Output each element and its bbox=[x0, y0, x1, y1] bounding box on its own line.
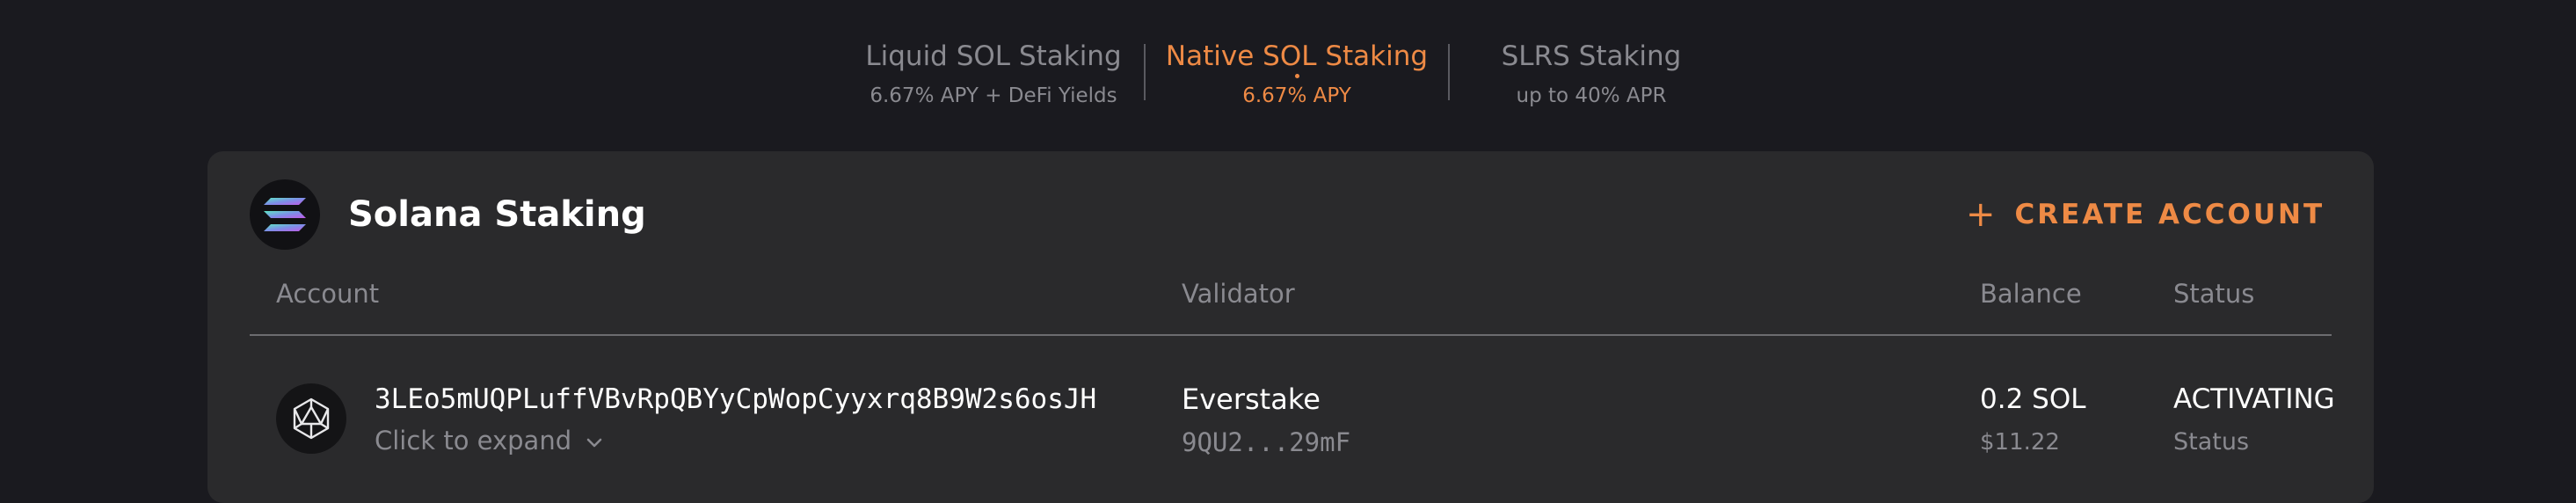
table-row[interactable]: 3LEo5mUQPLuffVBvRpQBYyCpWopCyyxrq8B9W2s6… bbox=[207, 336, 2374, 503]
tab-subtitle: up to 40% APR bbox=[1516, 84, 1667, 107]
create-account-button[interactable]: + CREATE ACCOUNT bbox=[1966, 192, 2325, 237]
status-label: Status bbox=[2173, 428, 2250, 456]
tab-divider bbox=[1448, 44, 1450, 100]
active-tab-indicator bbox=[1294, 74, 1299, 78]
tab-divider bbox=[1144, 44, 1146, 100]
account-address[interactable]: 3LEo5mUQPLuffVBvRpQBYyCpWopCyyxrq8B9W2s6… bbox=[375, 380, 1096, 419]
create-account-label: CREATE ACCOUNT bbox=[2014, 199, 2325, 230]
tab-subtitle: 6.67% APY bbox=[1242, 84, 1351, 107]
solana-logo-icon bbox=[250, 179, 320, 250]
staking-card: Solana Staking + CREATE ACCOUNT Account … bbox=[207, 151, 2374, 503]
card-title: Solana Staking bbox=[348, 194, 646, 235]
validator-name: Everstake bbox=[1182, 383, 1321, 416]
staking-tabs: Liquid SOL Staking 6.67% APY + DeFi Yiel… bbox=[0, 32, 2576, 120]
chevron-down-icon bbox=[586, 422, 603, 459]
column-header-validator: Validator bbox=[1182, 279, 1295, 309]
validator-address: 9QU2...29mF bbox=[1182, 427, 1351, 457]
tab-subtitle: 6.67% APY + DeFi Yields bbox=[870, 84, 1117, 107]
balance-usd: $11.22 bbox=[1980, 429, 2060, 456]
column-header-status: Status bbox=[2173, 279, 2255, 309]
stake-account-icon bbox=[276, 383, 346, 454]
status-value: ACTIVATING bbox=[2173, 383, 2335, 415]
tab-label: SLRS Staking bbox=[1501, 40, 1682, 72]
tab-slrs-staking[interactable]: SLRS Staking up to 40% APR bbox=[1477, 32, 1706, 111]
expand-label: Click to expand bbox=[375, 426, 572, 456]
tab-native-sol-staking[interactable]: Native SOL Staking 6.67% APY bbox=[1161, 32, 1433, 111]
tab-liquid-sol-staking[interactable]: Liquid SOL Staking 6.67% APY + DeFi Yiel… bbox=[862, 32, 1125, 111]
column-header-balance: Balance bbox=[1980, 279, 2082, 309]
tab-label: Liquid SOL Staking bbox=[865, 40, 1122, 72]
plus-icon: + bbox=[1966, 194, 1996, 235]
column-header-account: Account bbox=[276, 279, 380, 309]
balance-sol: 0.2 SOL bbox=[1980, 383, 2086, 415]
expand-toggle[interactable]: Click to expand bbox=[375, 422, 603, 459]
